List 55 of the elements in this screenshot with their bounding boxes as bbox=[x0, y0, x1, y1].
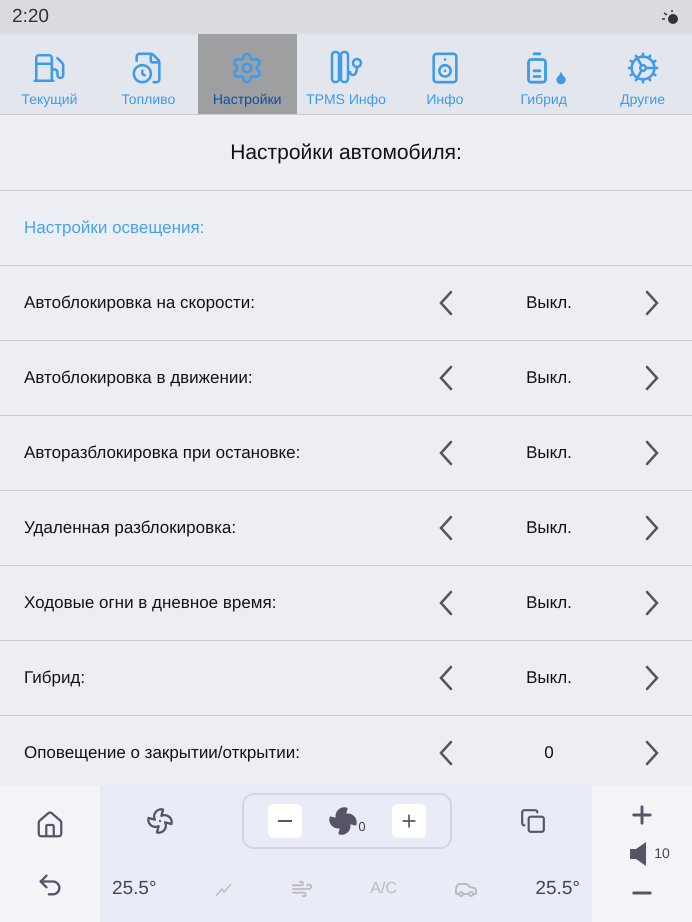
chevron-right-icon[interactable] bbox=[644, 740, 660, 766]
setting-value: Выкл. bbox=[525, 667, 573, 690]
tab[interactable]: Гибрид bbox=[494, 34, 594, 114]
tab[interactable]: TPMS Инфо bbox=[296, 34, 396, 114]
clock-text: 2:20 bbox=[12, 4, 49, 29]
setting-label: Гибрид: bbox=[24, 667, 86, 690]
chevron-right-icon[interactable] bbox=[644, 365, 660, 391]
tab[interactable]: Топливо bbox=[98, 34, 198, 114]
setting-value: 0 bbox=[543, 742, 555, 764]
copy-icon[interactable] bbox=[520, 808, 546, 834]
setting-label: Ходовые огни в дневное время: bbox=[24, 592, 278, 614]
setting-label: Оповещение о закрытии/открытии: bbox=[24, 742, 302, 764]
brightness-icon bbox=[660, 8, 680, 26]
tab[interactable]: Другие bbox=[593, 34, 692, 114]
tab[interactable]: Текущий bbox=[0, 34, 99, 114]
setting-value: Выкл. bbox=[525, 442, 573, 464]
setting-label: Автоблокировка в движении: bbox=[24, 367, 254, 390]
chevron-right-icon[interactable] bbox=[644, 665, 660, 691]
fan-icon bbox=[328, 806, 358, 836]
tire-icon bbox=[328, 49, 364, 85]
left-temperature: 25.5° bbox=[112, 876, 157, 901]
chevron-right-icon[interactable] bbox=[644, 440, 660, 466]
chevron-right-icon[interactable] bbox=[644, 290, 660, 316]
setting-label: Авторазблокировка при остановке: bbox=[24, 442, 302, 464]
setting-label: Удаленная разблокировка: bbox=[24, 517, 238, 540]
gear-icon bbox=[626, 51, 660, 85]
minus-icon bbox=[278, 820, 292, 822]
chevron-right-icon[interactable] bbox=[644, 515, 660, 541]
increase-button[interactable] bbox=[392, 804, 426, 838]
chevron-left-icon[interactable] bbox=[438, 365, 454, 391]
setting-value: Выкл. bbox=[525, 517, 573, 540]
chevron-left-icon[interactable] bbox=[438, 740, 454, 766]
tab[interactable]: Инфо bbox=[395, 34, 494, 114]
tab[interactable]: Настройки bbox=[198, 34, 297, 114]
speaker-icon bbox=[630, 842, 646, 866]
section-heading: Настройки освещения: bbox=[24, 217, 204, 240]
chevron-left-icon[interactable] bbox=[438, 665, 454, 691]
volume-value: 10 bbox=[654, 844, 670, 864]
fuel-pump-icon bbox=[32, 51, 66, 85]
chevron-left-icon[interactable] bbox=[438, 590, 454, 616]
setting-value: Выкл. bbox=[525, 367, 573, 390]
home-icon[interactable] bbox=[35, 810, 65, 840]
fan-icon[interactable] bbox=[146, 807, 174, 835]
fan-speed-value: 0 bbox=[358, 818, 366, 836]
right-temperature: 25.5° bbox=[535, 876, 580, 901]
chevron-right-icon[interactable] bbox=[644, 590, 660, 616]
decrease-button[interactable] bbox=[268, 804, 302, 838]
chevron-left-icon[interactable] bbox=[438, 515, 454, 541]
setting-value: Выкл. bbox=[525, 592, 573, 614]
setting-label: Автоблокировка на скорости: bbox=[24, 292, 256, 314]
ac-label[interactable]: A/C bbox=[370, 877, 397, 901]
chevron-left-icon[interactable] bbox=[438, 290, 454, 316]
setting-value: Выкл. bbox=[525, 292, 573, 314]
chevron-left-icon[interactable] bbox=[438, 440, 454, 466]
page-title: Настройки автомобиля: bbox=[230, 140, 462, 166]
